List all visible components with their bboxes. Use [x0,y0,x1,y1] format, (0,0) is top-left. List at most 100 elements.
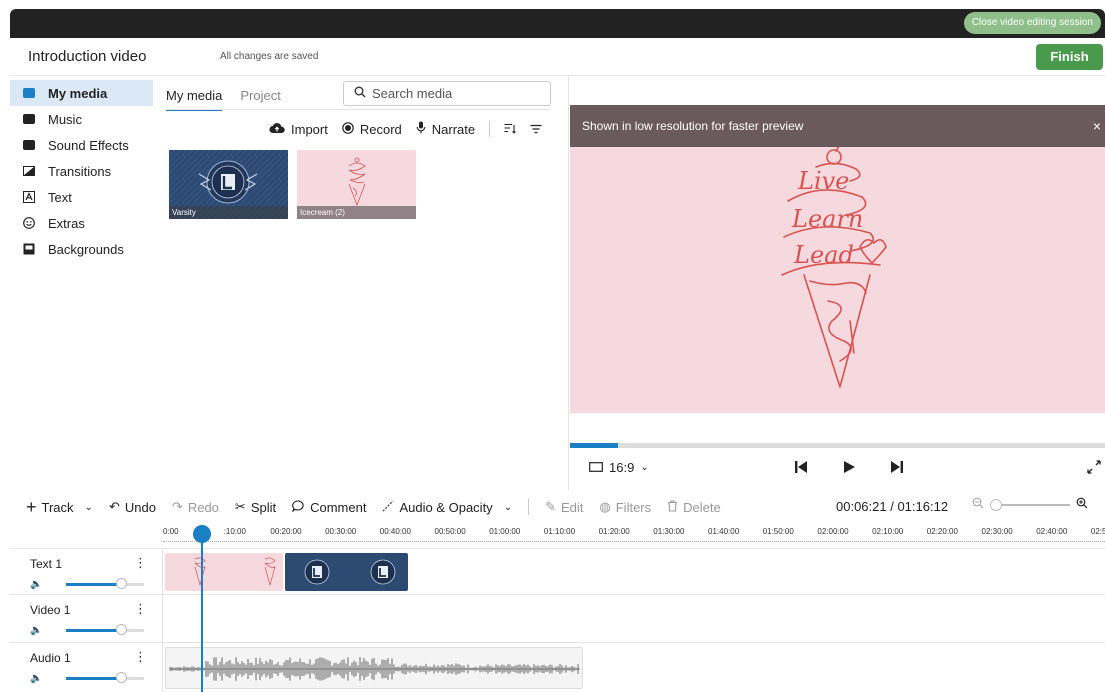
track-text-1: Text 1 ⋮ 🔈 [10,548,1105,594]
preview-progress-bar[interactable] [570,443,1105,448]
music-folder-icon [22,112,36,126]
ruler-tick-label: 01:10:00 [543,527,576,536]
timeline-clip-varsity[interactable] [285,553,408,591]
palette-icon: ◍ [599,499,611,514]
player-controls: 16:9 ⌄ [570,456,1105,480]
playhead-line [201,534,203,692]
track-volume-slider[interactable] [66,672,144,683]
track-header: Video 1 ⋮ 🔈 [10,595,163,642]
ruler-tick-label: 01:20:00 [598,527,630,536]
search-input[interactable] [372,86,532,101]
comment-label: Comment [310,499,367,515]
tab-project[interactable]: Project [240,88,280,111]
split-button[interactable]: ✂ Split [235,499,276,515]
aspect-ratio-selector[interactable]: 16:9 ⌄ [589,460,649,475]
search-box [343,81,551,106]
timeline-zoom [972,497,1088,512]
media-item-varsity[interactable]: Varsity [169,150,288,219]
zoom-slider[interactable] [990,498,1070,511]
timeline-clip-icecream[interactable] [165,553,283,591]
track-audio-1: Audio 1 ⋮ 🔈 [10,642,1105,692]
media-library-panel: My media Project Import Record Narrate [153,76,569,490]
plus-icon: + [26,497,37,517]
add-track-button[interactable]: + Track ⌄ [26,497,93,517]
top-bar: Close video editing session [10,9,1105,38]
finish-button[interactable]: Finish [1036,44,1103,70]
filters-label: Filters [615,499,652,515]
ruler-tick-label: 02:30:00 [981,527,1013,536]
more-vertical-icon[interactable]: ⋮ [134,555,147,571]
sidebar-item-backgrounds[interactable]: Backgrounds [10,236,153,262]
track-name: Video 1 [30,603,71,617]
banner-close-button[interactable]: × [1093,105,1101,147]
comment-button[interactable]: Comment [292,500,366,515]
speaker-icon[interactable]: 🔈 [30,625,42,636]
edit-button[interactable]: ✎ Edit [545,499,583,515]
search-icon [354,86,366,101]
skip-back-icon[interactable] [794,460,808,477]
ruler-tick-label: 00:20:00 [270,527,302,536]
sidebar-item-transitions[interactable]: Transitions [10,158,153,184]
artwork-word-2: Learn [791,205,863,233]
track-label: Track [41,499,74,515]
smiley-icon [22,216,36,230]
import-button[interactable]: Import [269,122,328,137]
save-status: All changes are saved [220,51,319,62]
undo-icon: ↶ [108,499,120,514]
more-vertical-icon[interactable]: ⋮ [134,601,147,617]
sidebar-item-sound-effects[interactable]: Sound Effects [10,132,153,158]
sidebar-item-label: My media [48,85,108,101]
filters-button[interactable]: ◍ Filters [599,499,651,515]
ruler-tick-label: 02:00:00 [817,527,849,536]
ruler-tick-label: :10:00 [223,527,246,536]
delete-button[interactable]: Delete [667,500,721,515]
timeline-ruler[interactable]: 0:00:10:00 00:20:00 00:30:00 00:40:00 00:50:… [163,525,1105,541]
track-volume-slider[interactable] [66,624,144,635]
media-item-icecream[interactable]: Icecream (2) [297,150,416,219]
audio-opacity-button[interactable]: Audio & Opacity ⌄ [382,500,512,515]
audio-waveform [169,657,580,681]
play-icon[interactable] [842,460,856,477]
media-item-caption: Varsity [169,206,288,219]
chevron-down-icon: ⌄ [640,462,649,473]
sidebar-item-music[interactable]: Music [10,106,153,132]
tab-my-media[interactable]: My media [166,88,223,111]
timeline-toolbar: + Track ⌄ ↶ Undo ↷ Redo ✂ Split Comment … [10,496,1105,518]
speaker-icon[interactable]: 🔈 [30,579,42,590]
split-label: Split [250,499,277,515]
sidebar-item-extras[interactable]: Extras [10,210,153,236]
undo-button[interactable]: ↶ Undo [109,499,156,515]
undo-label: Undo [124,499,156,515]
banner-text: Shown in low resolution for faster previ… [582,119,804,133]
edit-label: Edit [560,499,584,515]
redo-button[interactable]: ↷ Redo [172,499,219,515]
skip-forward-icon[interactable] [890,460,904,477]
track-header: Audio 1 ⋮ 🔈 [10,643,163,692]
track-volume-slider[interactable] [66,578,144,589]
timeline-clip-audio[interactable] [165,647,583,689]
zoom-in-icon[interactable] [1076,497,1088,512]
sort-icon[interactable] [504,122,517,137]
close-session-button[interactable]: Close video editing session [963,12,1101,34]
timecode-display: 00:06:21 / 01:16:12 [836,499,949,514]
microphone-icon [416,121,426,137]
fullscreen-icon[interactable] [1087,460,1101,477]
track-header: Text 1 ⋮ 🔈 [10,549,163,594]
sidebar-item-text[interactable]: Text [10,184,153,210]
filter-icon[interactable] [530,122,542,137]
speaker-icon[interactable]: 🔈 [30,673,42,684]
sidebar-item-my-media[interactable]: My media [10,80,153,106]
narrate-button[interactable]: Narrate [416,121,475,137]
volume-knob[interactable] [116,672,128,683]
record-button[interactable]: Record [342,122,402,137]
playhead-handle[interactable] [193,525,211,543]
video-preview: Live Learn Lead Shown in low resolution … [570,105,1105,413]
zoom-slider-knob[interactable] [990,498,1002,511]
ruler-tick-label: 00:50:00 [434,527,466,536]
volume-knob[interactable] [116,624,128,635]
more-vertical-icon[interactable]: ⋮ [134,649,147,665]
sidebar-item-label: Backgrounds [48,241,124,257]
narrate-label: Narrate [431,121,476,137]
volume-knob[interactable] [116,578,128,589]
zoom-out-icon[interactable] [972,497,984,512]
